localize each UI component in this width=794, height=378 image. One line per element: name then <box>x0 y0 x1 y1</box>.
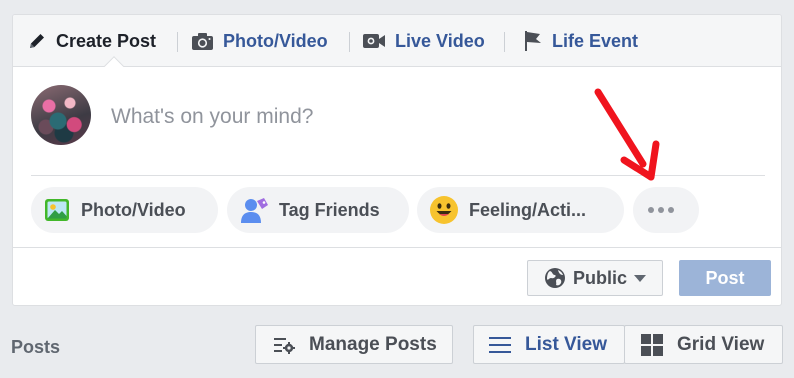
tab-life-event[interactable]: Life Event <box>523 15 638 67</box>
action-label: Tag Friends <box>279 199 380 220</box>
avatar[interactable] <box>31 85 91 145</box>
audience-selector[interactable]: Public <box>527 260 663 296</box>
pencil-icon <box>30 34 44 48</box>
globe-icon <box>544 268 565 288</box>
more-options-button[interactable] <box>633 187 699 233</box>
tab-label: Create Post <box>56 30 157 51</box>
grid-icon <box>641 333 663 356</box>
caret-down-icon <box>634 274 646 282</box>
grid-view-label: Grid View <box>677 333 765 355</box>
manage-settings-icon <box>274 337 295 354</box>
smiley-icon <box>430 196 458 224</box>
divider <box>13 247 781 248</box>
tag-friends-button[interactable]: Tag Friends <box>227 187 409 233</box>
tab-create-post[interactable]: Create Post <box>27 15 156 67</box>
video-camera-icon <box>363 34 385 48</box>
action-label: Feeling/Acti... <box>469 199 587 220</box>
manage-posts-button[interactable]: Manage Posts <box>255 325 453 364</box>
tab-separator <box>504 32 505 52</box>
action-label: Photo/Video <box>81 199 186 220</box>
audience-label: Public <box>572 267 627 288</box>
tab-separator <box>349 32 350 52</box>
list-view-label: List View <box>525 333 608 355</box>
tab-separator <box>177 32 178 52</box>
photo-icon <box>45 199 69 221</box>
grid-view-button[interactable]: Grid View <box>624 325 783 364</box>
composer-tabs: Create Post Photo/Video Live Video Life … <box>13 15 781 67</box>
post-button[interactable]: Post <box>679 260 771 296</box>
tag-friends-icon <box>241 198 268 223</box>
tab-live-video[interactable]: Live Video <box>362 15 485 67</box>
more-dots-icon <box>648 207 674 213</box>
tab-label: Live Video <box>395 30 485 51</box>
feeling-activity-button[interactable]: Feeling/Acti... <box>417 187 624 233</box>
posts-section-title: Posts <box>11 337 61 357</box>
camera-icon <box>192 32 213 50</box>
status-input[interactable] <box>109 101 613 133</box>
tab-label: Life Event <box>552 30 639 51</box>
list-icon <box>489 336 511 353</box>
tab-photo-video[interactable]: Photo/Video <box>191 15 328 67</box>
manage-posts-label: Manage Posts <box>309 333 437 355</box>
annotation-arrow-icon <box>594 88 660 181</box>
photo-video-button[interactable]: Photo/Video <box>31 187 218 233</box>
tab-label: Photo/Video <box>223 30 328 51</box>
flag-icon <box>525 31 541 51</box>
list-view-button[interactable]: List View <box>473 325 625 364</box>
